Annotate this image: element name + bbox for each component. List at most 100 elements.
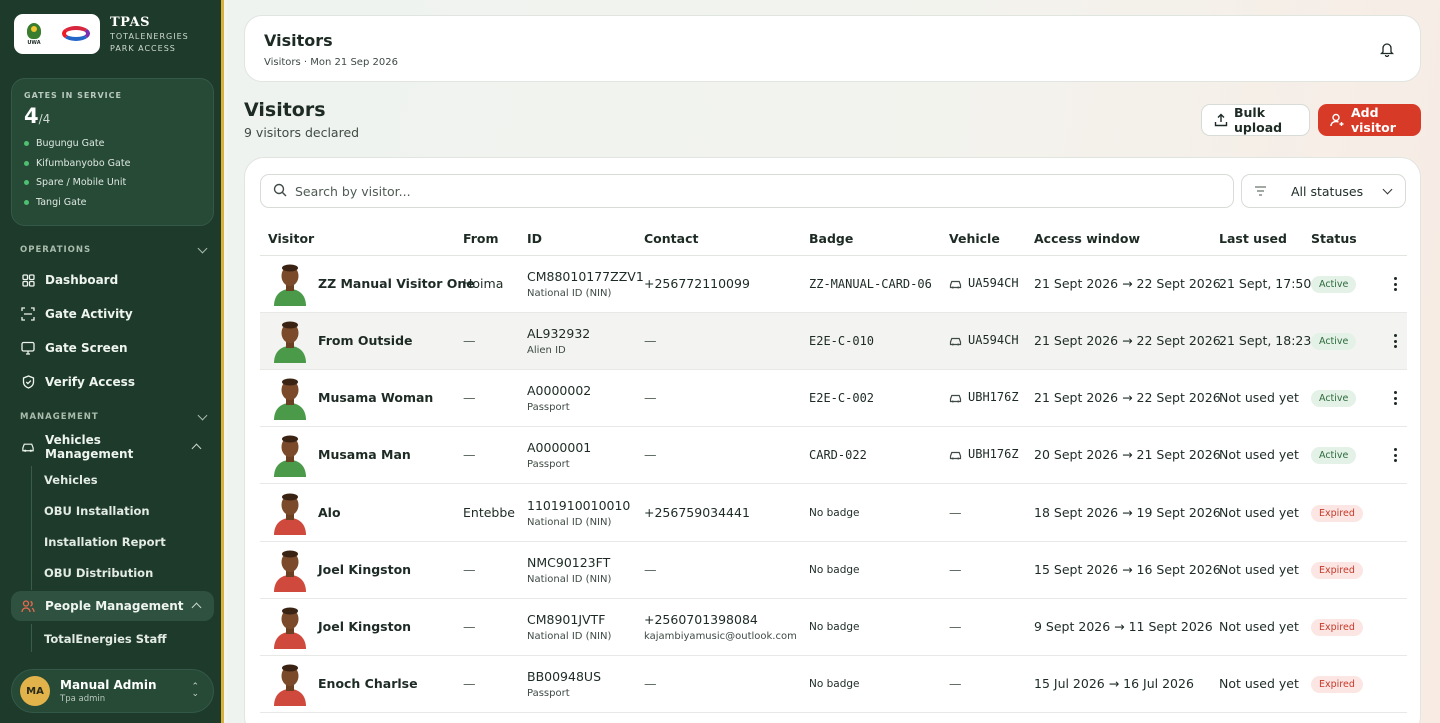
table-row[interactable]: Musama Woman — A0000002 Passport — E2E-C-002 U… <box>260 370 1407 427</box>
visitor-contact: — <box>644 390 657 405</box>
col-id[interactable]: ID <box>527 231 542 246</box>
visitor-name[interactable]: From Outside <box>318 333 413 348</box>
visitor-vehicle: — <box>949 562 962 577</box>
kebab-menu-icon[interactable] <box>1393 334 1397 348</box>
col-vehicle[interactable]: Vehicle <box>949 231 1000 246</box>
visitor-last-used: 21 Sept, 18:23 <box>1219 333 1312 348</box>
kebab-menu-icon[interactable] <box>1393 277 1397 291</box>
visitor-badge: No badge <box>809 621 860 633</box>
management-section-toggle[interactable]: MANAGEMENT <box>20 410 208 422</box>
visitor-contact: — <box>644 333 657 348</box>
search-input[interactable] <box>295 183 1195 199</box>
visitor-badge: CARD-022 <box>809 448 867 462</box>
table-header: Visitor From ID Contact Badge Vehicle Ac… <box>260 222 1407 256</box>
visitor-avatar-icon <box>274 264 306 306</box>
visitor-from: Entebbe <box>463 505 515 520</box>
visitor-vehicle: — <box>949 676 962 691</box>
status-dot-icon <box>24 180 29 186</box>
kebab-menu-icon[interactable] <box>1393 391 1397 405</box>
visitor-last-used: Not used yet <box>1219 505 1299 520</box>
table-row[interactable]: Joel Kingston — NMC90123FT National ID (NIN… <box>260 542 1407 599</box>
visitor-name[interactable]: Alo <box>318 505 341 520</box>
kebab-menu-icon[interactable] <box>1393 448 1397 462</box>
col-from[interactable]: From <box>463 231 499 246</box>
status-badge: Expired <box>1311 505 1363 522</box>
visitor-last-used: Not used yet <box>1219 562 1299 577</box>
visitor-name[interactable]: ZZ Manual Visitor One <box>318 276 475 291</box>
visitor-id: A0000001 <box>527 440 592 455</box>
operations-section-toggle[interactable]: OPERATIONS <box>20 243 208 255</box>
nav-gate-screen[interactable]: Gate Screen <box>11 333 214 363</box>
chevron-down-icon <box>197 410 208 420</box>
visitor-name[interactable]: Musama Man <box>318 447 411 462</box>
brand[interactable]: UWA TPAS TOTALENERGIES PARK ACCESS <box>14 14 189 54</box>
add-visitor-button[interactable]: Add visitor <box>1318 104 1421 136</box>
visitor-name[interactable]: Joel Kingston <box>318 619 411 634</box>
topbar: Visitors Visitors · Mon 21 Sep 2026 <box>244 15 1421 82</box>
nav-obu-distribution[interactable]: OBU Distribution <box>44 566 153 580</box>
brand-subtitle-2: PARK ACCESS <box>110 43 176 53</box>
visitor-last-used: Not used yet <box>1219 390 1299 405</box>
visitor-id: BB00948US <box>527 669 601 684</box>
visitor-name[interactable]: Joel Kingston <box>318 562 411 577</box>
table-row[interactable]: ZZ Manual Visitor One Hoima CM88010177ZZV1… <box>260 256 1407 313</box>
col-access-window[interactable]: Access window <box>1034 231 1140 246</box>
visitor-access-window: 21 Sept 2026 → 22 Sept 2026 <box>1034 390 1221 405</box>
search-box[interactable] <box>260 174 1234 208</box>
visitor-id-type: Passport <box>527 459 570 470</box>
nav-vehicles[interactable]: Vehicles <box>44 473 98 487</box>
car-icon <box>949 393 962 403</box>
user-role: Tpa admin <box>60 694 106 704</box>
nav-totalenergies-staff[interactable]: TotalEnergies Staff <box>44 632 167 646</box>
visitor-name[interactable]: Enoch Charlse <box>318 676 418 691</box>
col-status[interactable]: Status <box>1311 231 1357 246</box>
visitor-avatar-icon <box>274 435 306 477</box>
visitor-avatar-icon <box>274 550 306 592</box>
nav-installation-report[interactable]: Installation Report <box>44 535 166 549</box>
visitor-access-window: 15 Sept 2026 → 16 Sept 2026 <box>1034 562 1221 577</box>
visitor-id: AL932932 <box>527 326 591 341</box>
visitor-access-window: 20 Sept 2026 → 21 Sept 2026 <box>1034 447 1221 462</box>
visitor-access-window: 21 Sept 2026 → 22 Sept 2026 <box>1034 333 1221 348</box>
col-visitor[interactable]: Visitor <box>268 231 314 246</box>
nav-verify-access[interactable]: Verify Access <box>11 367 214 397</box>
col-contact[interactable]: Contact <box>644 231 698 246</box>
sidebar: UWA TPAS TOTALENERGIES PARK ACCESS GATES… <box>0 0 224 723</box>
visitor-last-used: Not used yet <box>1219 447 1299 462</box>
nav-gate-activity[interactable]: Gate Activity <box>11 299 214 329</box>
nav-dashboard[interactable]: Dashboard <box>11 265 214 295</box>
status-filter-select[interactable]: All statuses <box>1241 174 1406 208</box>
visitor-avatar-icon <box>274 664 306 706</box>
visitor-access-window: 21 Sept 2026 → 22 Sept 2026 <box>1034 276 1221 291</box>
visitor-from: — <box>463 447 476 462</box>
status-dot-icon <box>24 160 29 166</box>
visitor-avatar-icon <box>274 378 306 420</box>
nav-people-management[interactable]: People Management <box>11 591 214 621</box>
status-badge: Active <box>1311 276 1357 293</box>
table-row[interactable]: Joel Kingston — CM8901JVTF National ID (NIN… <box>260 599 1407 656</box>
table-row[interactable]: From Outside — AL932932 Alien ID — E2E-C-010 U… <box>260 313 1407 370</box>
table-row[interactable]: Alo Entebbe 1101910010010 National ID (NIN)… <box>260 485 1407 542</box>
upload-icon <box>1214 113 1228 127</box>
breadcrumb: Visitors · Mon 21 Sep 2026 <box>264 57 398 68</box>
visitor-badge: No badge <box>809 507 860 519</box>
table-row[interactable]: Enoch Charlse — BB00948US Passport — No badge… <box>260 656 1407 713</box>
col-last-used[interactable]: Last used <box>1219 231 1287 246</box>
visitor-name[interactable]: Musama Woman <box>318 390 433 405</box>
visitor-avatar-icon <box>274 321 306 363</box>
col-badge[interactable]: Badge <box>809 231 853 246</box>
nav-vehicles-management[interactable]: Vehicles Management <box>11 432 214 462</box>
visitor-badge: ZZ-MANUAL-CARD-06 <box>809 277 932 291</box>
visitor-id: CM88010177ZZV1 <box>527 269 644 284</box>
gate-item: Tangi Gate <box>24 193 201 213</box>
car-icon <box>949 450 962 460</box>
bulk-upload-button[interactable]: Bulk upload <box>1201 104 1310 136</box>
user-menu[interactable]: MA Manual Admin Tpa admin ⌃ ⌄ <box>11 669 214 713</box>
visitor-contact: — <box>644 447 657 462</box>
bell-icon[interactable] <box>1379 41 1395 58</box>
visitor-last-used: 21 Sept, 17:50 <box>1219 276 1312 291</box>
table-row[interactable]: Musama Man — A0000001 Passport — CARD-022 UBH1… <box>260 427 1407 484</box>
status-dot-icon <box>24 199 29 205</box>
nav-obu-installation[interactable]: OBU Installation <box>44 504 150 518</box>
visitor-id-type: National ID (NIN) <box>527 631 612 642</box>
